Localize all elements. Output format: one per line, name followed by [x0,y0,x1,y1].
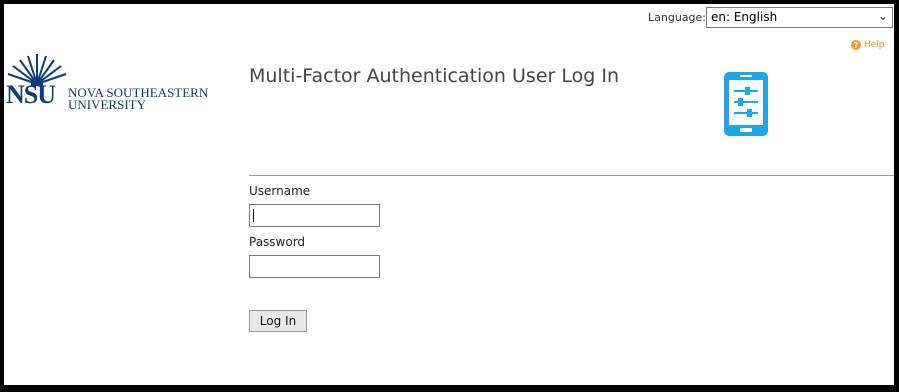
nsu-logo: NSU NOVA SOUTHEASTERN UNIVERSITY [6,52,221,112]
help-link[interactable]: ? Help [851,40,885,50]
login-page: Language: en: English ⌄ ? Help NSU NOVA … [4,4,894,385]
username-label: Username [249,184,311,198]
page-title: Multi-Factor Authentication User Log In [249,65,619,87]
text-caret [253,209,254,222]
help-label: Help [864,40,885,50]
help-icon: ? [851,40,861,50]
language-label: Language: [648,11,706,24]
logo-abbr: NSU [6,80,56,109]
language-selected-value: en: English [711,10,778,24]
username-input[interactable] [249,204,380,227]
password-input[interactable] [249,255,380,278]
login-button[interactable]: Log In [249,310,307,332]
logo-line2: UNIVERSITY [68,97,146,112]
password-label: Password [249,235,306,249]
mobile-device-icon [724,72,768,136]
chevron-down-icon: ⌄ [877,9,888,23]
divider [249,175,894,176]
language-select[interactable]: en: English ⌄ [706,7,893,28]
